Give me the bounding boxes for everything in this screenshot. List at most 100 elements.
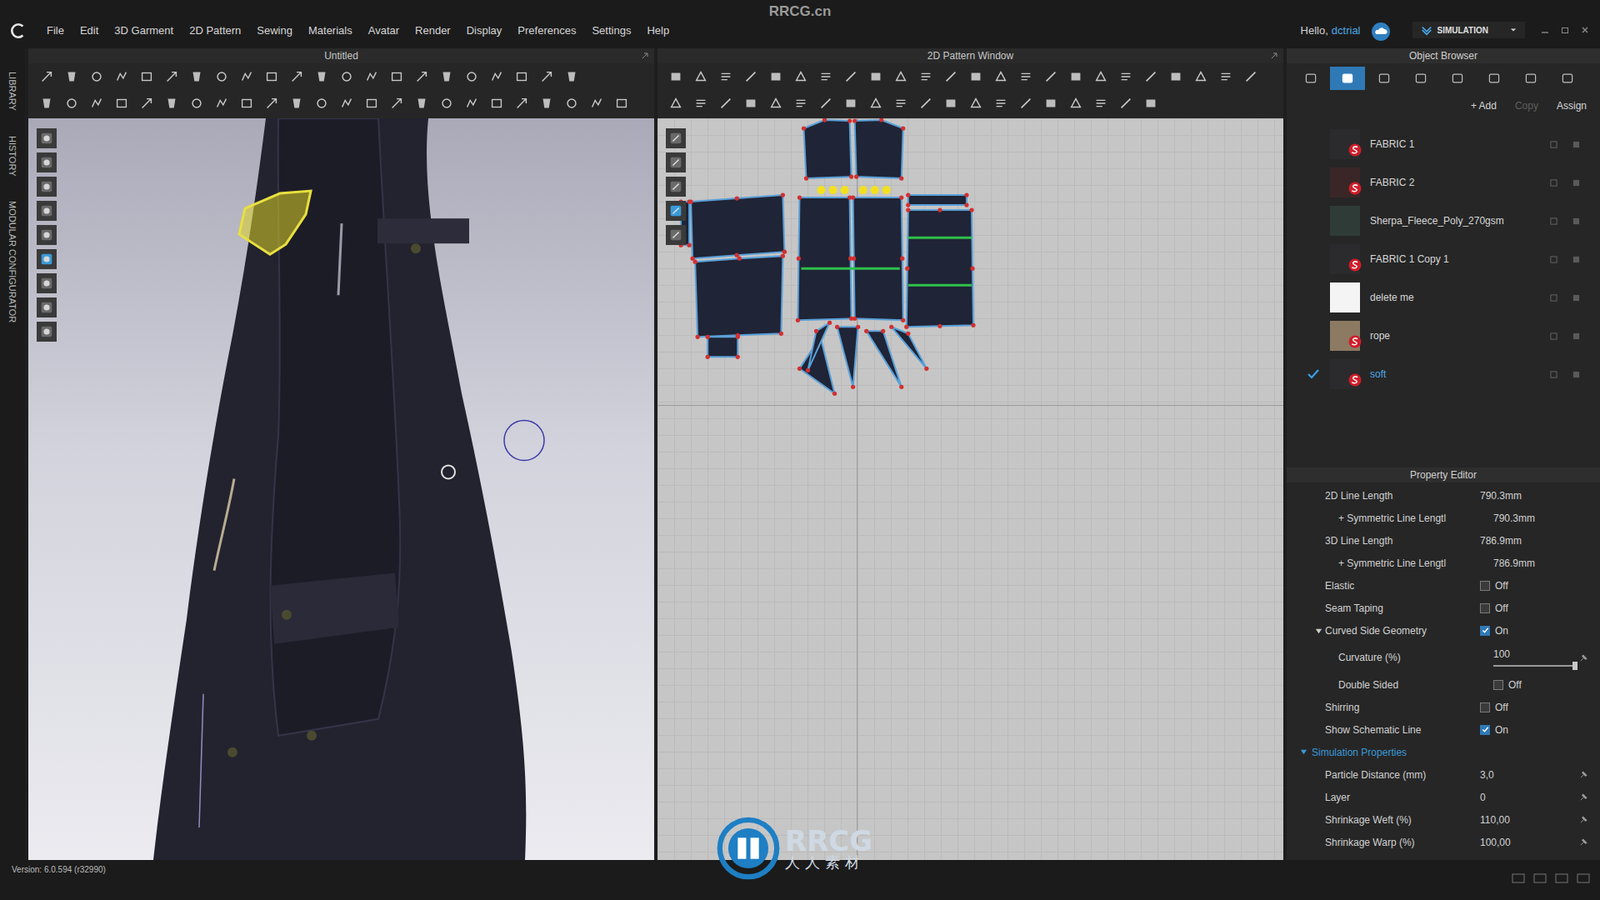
viewport-tool[interactable] <box>36 273 57 294</box>
fabric-visibility-icon[interactable] <box>1572 294 1580 302</box>
tool-button[interactable] <box>235 92 258 115</box>
property-row[interactable]: Curved Side GeometryOn <box>1286 619 1600 642</box>
tool-button[interactable] <box>210 92 233 115</box>
tool-button[interactable] <box>185 92 208 115</box>
viewport-tool[interactable] <box>36 176 57 197</box>
tool-button[interactable] <box>739 92 762 115</box>
tool-button[interactable] <box>110 65 133 88</box>
expand-icon[interactable] <box>640 51 650 60</box>
pin-icon[interactable] <box>1579 653 1589 663</box>
property-row[interactable]: Curvature (%)100 <box>1286 641 1600 674</box>
checkbox[interactable] <box>1480 625 1490 636</box>
browser-tab[interactable] <box>1330 66 1365 90</box>
tool-button[interactable] <box>335 65 358 88</box>
browser-action-button[interactable]: + Add <box>1470 100 1497 112</box>
property-row[interactable]: Shrinkage Weft (%)110,00 <box>1286 808 1600 831</box>
browser-action-button[interactable]: Assign <box>1556 100 1587 112</box>
menu-item[interactable]: Sewing <box>256 24 293 37</box>
viewport-tool[interactable] <box>36 200 57 221</box>
menu-item[interactable]: Edit <box>80 24 99 37</box>
tool-button[interactable] <box>964 92 987 115</box>
tool-button[interactable] <box>160 65 183 88</box>
expand-arrow-icon[interactable] <box>1315 627 1323 635</box>
tool-button[interactable] <box>60 92 83 115</box>
property-row[interactable]: Simulation Properties <box>1286 740 1600 764</box>
tool-button[interactable] <box>560 65 583 88</box>
browser-tab[interactable] <box>1513 66 1549 90</box>
tool-button[interactable] <box>1089 92 1112 115</box>
property-row[interactable]: ElasticOff <box>1286 574 1600 597</box>
tool-button[interactable] <box>1114 65 1137 88</box>
tool-button[interactable] <box>1064 65 1087 88</box>
tool-button[interactable] <box>510 92 533 115</box>
tool-button[interactable] <box>939 92 962 115</box>
checkbox[interactable] <box>1493 680 1504 690</box>
tool-button[interactable] <box>385 92 408 115</box>
tool-button[interactable] <box>664 92 687 115</box>
fabric-visibility-icon[interactable] <box>1572 140 1580 149</box>
tool-button[interactable] <box>260 92 283 115</box>
tool-button[interactable] <box>485 65 508 88</box>
browser-tab[interactable] <box>1476 66 1512 90</box>
checkbox[interactable] <box>1480 603 1490 614</box>
menu-item[interactable]: Help <box>646 24 670 37</box>
menu-item[interactable]: Materials <box>308 24 353 37</box>
tool-button[interactable] <box>1064 92 1087 115</box>
tool-button[interactable] <box>560 92 583 115</box>
tool-button[interactable] <box>689 92 712 115</box>
tool-button[interactable] <box>1214 65 1237 88</box>
tool-button[interactable] <box>889 92 912 115</box>
3d-viewport[interactable] <box>28 118 655 860</box>
property-row[interactable]: Particle Distance (mm)3,0 <box>1286 763 1600 786</box>
user-name[interactable]: dctrial <box>1331 24 1361 37</box>
mode-dropdown[interactable]: SIMULATION <box>1412 21 1525 39</box>
property-row[interactable]: Show Schematic LineOn <box>1286 718 1600 741</box>
tool-button[interactable] <box>1164 65 1187 88</box>
tool-button[interactable] <box>85 65 108 88</box>
menu-item[interactable]: Settings <box>591 24 631 37</box>
viewport-tool[interactable] <box>36 321 57 342</box>
tool-button[interactable] <box>110 92 133 115</box>
layout-icon[interactable] <box>1555 873 1569 884</box>
pin-icon[interactable] <box>1579 837 1589 847</box>
menu-item[interactable]: Render <box>415 24 451 37</box>
property-row[interactable]: 3D Line Length786.9mm <box>1286 529 1600 552</box>
layout-icon[interactable] <box>1511 873 1525 884</box>
tool-button[interactable] <box>714 65 737 88</box>
tool-button[interactable] <box>764 65 787 88</box>
minimize-icon[interactable] <box>1540 25 1550 35</box>
fabric-lock-icon[interactable] <box>1550 217 1558 225</box>
browser-tab[interactable] <box>1550 66 1585 90</box>
viewport-tool[interactable] <box>665 225 686 245</box>
tool-button[interactable] <box>839 65 862 88</box>
fabric-lock-icon[interactable] <box>1550 140 1558 149</box>
tool-button[interactable] <box>664 65 687 88</box>
tool-button[interactable] <box>585 92 608 115</box>
tool-button[interactable] <box>360 65 383 88</box>
viewport-tool[interactable] <box>36 249 57 270</box>
tool-button[interactable] <box>964 65 987 88</box>
browser-tab[interactable] <box>1366 66 1402 90</box>
layout-icon[interactable] <box>1576 873 1590 884</box>
tool-button[interactable] <box>235 65 258 88</box>
tool-button[interactable] <box>814 65 837 88</box>
fabric-visibility-icon[interactable] <box>1572 179 1580 187</box>
tool-button[interactable] <box>510 65 533 88</box>
tool-button[interactable] <box>185 65 208 88</box>
tool-button[interactable] <box>360 92 383 115</box>
viewport-tool[interactable] <box>665 128 686 149</box>
fabric-item[interactable]: FABRIC 1 Copy 1 <box>1286 240 1600 279</box>
browser-tab[interactable] <box>1403 66 1439 90</box>
tool-button[interactable] <box>435 92 458 115</box>
pin-icon[interactable] <box>1579 815 1589 825</box>
expand-icon[interactable] <box>1270 51 1279 60</box>
fabric-item[interactable]: delete me <box>1286 278 1600 317</box>
clo-logo-icon[interactable] <box>10 21 29 40</box>
tool-button[interactable] <box>435 65 458 88</box>
tool-button[interactable] <box>60 65 83 88</box>
property-row[interactable]: Double SidedOff <box>1286 673 1600 696</box>
pin-icon[interactable] <box>1579 770 1589 780</box>
viewport-tool[interactable] <box>36 225 57 245</box>
fabric-visibility-icon[interactable] <box>1572 255 1580 264</box>
tool-button[interactable] <box>1114 92 1137 115</box>
